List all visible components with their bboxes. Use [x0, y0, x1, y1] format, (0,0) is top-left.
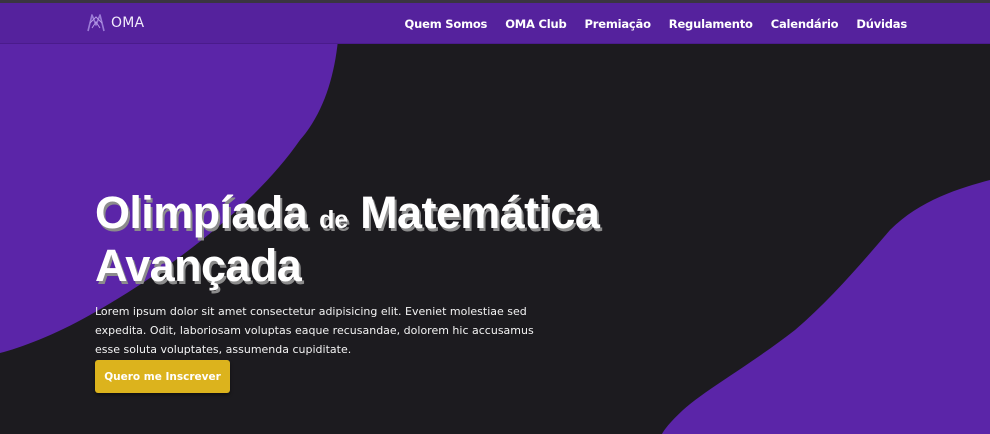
nav-item-quem-somos[interactable]: Quem Somos: [405, 17, 488, 31]
nav-item-duvidas[interactable]: Dúvidas: [856, 17, 907, 31]
brand-name: OMA: [111, 15, 145, 31]
hero-description: Lorem ipsum dolor sit amet consectetur a…: [95, 305, 534, 356]
navbar: OMA Quem Somos OMA Club Premiação Regula…: [0, 3, 990, 44]
right-purple-blob: [662, 180, 990, 434]
hero-title: Olimpíada de Matemática Avançada: [95, 190, 695, 288]
nav-item-premiacao[interactable]: Premiação: [585, 17, 651, 31]
nav-item-oma-club[interactable]: OMA Club: [505, 17, 567, 31]
hero-title-small: de: [319, 206, 349, 234]
main-menu: Quem Somos OMA Club Premiação Regulament…: [405, 3, 908, 44]
nav-item-regulamento[interactable]: Regulamento: [669, 17, 753, 31]
brand-link[interactable]: OMA: [84, 10, 144, 36]
oma-logo-icon: [87, 14, 105, 32]
hero-section: Olimpíada de Matemática Avançada Lorem i…: [95, 190, 695, 359]
signup-button[interactable]: Quero me Inscrever: [95, 360, 230, 393]
nav-item-calendario[interactable]: Calendário: [771, 17, 839, 31]
hero-title-part1: Olimpíada: [95, 187, 320, 238]
